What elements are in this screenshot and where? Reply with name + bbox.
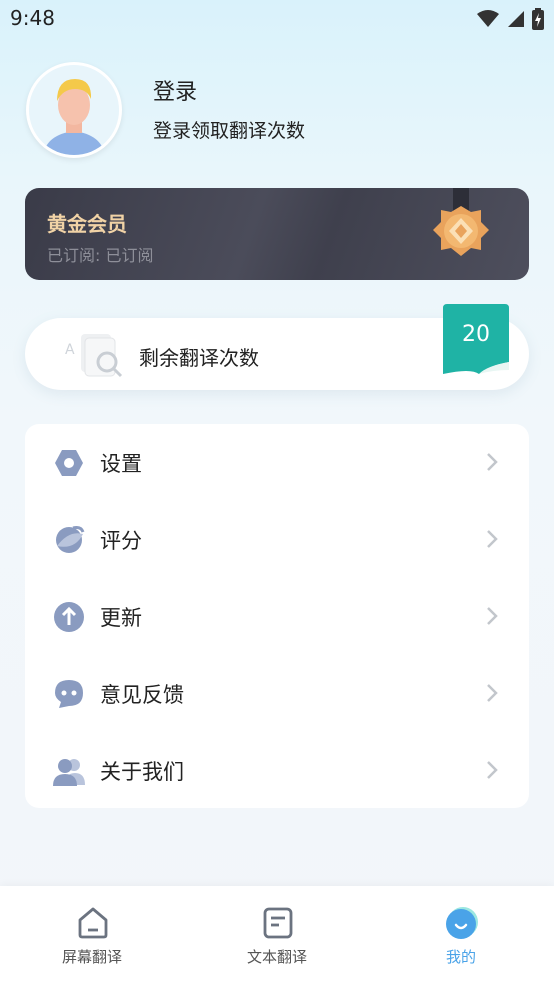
menu-item-update[interactable]: 更新 xyxy=(25,578,529,654)
battery-icon xyxy=(532,8,544,30)
menu-item-rating[interactable]: 评分 xyxy=(25,501,529,577)
nav-label: 我的 xyxy=(445,948,476,966)
menu-label: 关于我们 xyxy=(100,760,184,784)
nav-screen-translate[interactable]: 屏幕翻译 xyxy=(0,886,184,984)
profile-header[interactable]: 登录 登录领取翻译次数 xyxy=(0,60,554,160)
about-icon xyxy=(53,759,85,786)
menu-label: 更新 xyxy=(100,606,142,630)
home-icon xyxy=(78,907,108,939)
menu-label: 意见反馈 xyxy=(100,683,184,707)
status-time: 9:48 xyxy=(10,6,55,30)
settings-menu: 设置 评分 更新 意见反馈 关于我们 xyxy=(25,424,529,808)
quota-label: 剩余翻译次数 xyxy=(139,346,259,370)
update-icon xyxy=(54,602,84,632)
menu-item-feedback[interactable]: 意见反馈 xyxy=(25,655,529,731)
wifi-icon xyxy=(477,10,499,27)
nav-mine[interactable]: 我的 xyxy=(369,886,553,984)
translate-doc-icon: A xyxy=(65,334,123,378)
menu-label: 评分 xyxy=(100,529,142,553)
nav-label: 文本翻译 xyxy=(246,948,307,966)
menu-item-about[interactable]: 关于我们 xyxy=(25,732,529,808)
feedback-icon xyxy=(55,680,83,708)
profile-icon xyxy=(446,907,478,939)
settings-icon xyxy=(55,450,83,476)
chevron-right-icon xyxy=(487,453,498,471)
vip-membership-card[interactable]: 黄金会员 已订阅: 已订阅 xyxy=(25,188,529,280)
rating-icon xyxy=(56,526,85,553)
signal-icon xyxy=(508,11,524,27)
login-subtitle[interactable]: 登录领取翻译次数 xyxy=(153,116,305,143)
status-bar: 9:48 xyxy=(0,0,554,38)
login-title[interactable]: 登录 xyxy=(153,74,197,106)
quota-count: 20 xyxy=(462,322,490,347)
chevron-right-icon xyxy=(487,607,498,625)
medal-icon xyxy=(433,188,489,256)
nav-text-translate[interactable]: 文本翻译 xyxy=(185,886,369,984)
svg-text:A: A xyxy=(65,342,75,358)
nav-label: 屏幕翻译 xyxy=(61,948,122,966)
avatar[interactable] xyxy=(26,62,122,158)
menu-item-settings[interactable]: 设置 xyxy=(25,424,529,500)
status-icons xyxy=(476,8,544,30)
chevron-right-icon xyxy=(487,761,498,779)
vip-subscription-status: 已订阅: 已订阅 xyxy=(47,246,154,265)
menu-label: 设置 xyxy=(100,452,142,476)
chevron-right-icon xyxy=(487,684,498,702)
chevron-right-icon xyxy=(487,530,498,548)
vip-title: 黄金会员 xyxy=(47,212,127,236)
document-icon xyxy=(263,907,293,939)
bottom-navigation: 屏幕翻译 文本翻译 我的 xyxy=(0,886,554,984)
